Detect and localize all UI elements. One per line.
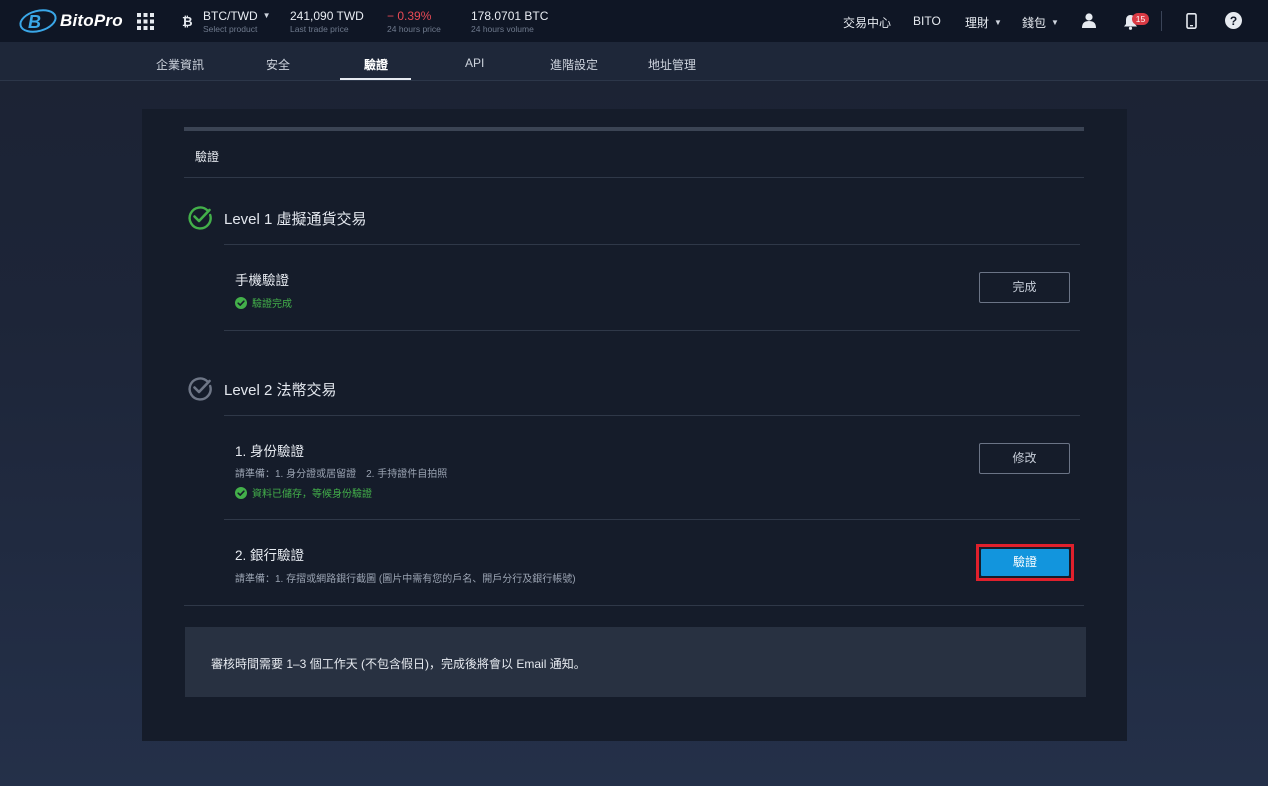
- apps-grid-icon[interactable]: [137, 13, 154, 30]
- nav-finance[interactable]: 理財 ▼: [965, 14, 1002, 31]
- section-title: 驗證: [195, 150, 220, 164]
- logo[interactable]: B BitoPro: [18, 8, 123, 34]
- last-price-value: 241,090 TWD: [290, 9, 364, 23]
- divider: [224, 244, 1080, 245]
- volume-label: 24 hours volume: [471, 24, 534, 34]
- price-change-stat: − 0.39% 24 hours price: [387, 9, 441, 35]
- caret-down-icon: ▼: [994, 18, 1002, 27]
- divider: [224, 415, 1080, 416]
- phone-verification-status-text: 驗證完成: [252, 299, 292, 310]
- nav-bito[interactable]: BITO: [913, 14, 941, 28]
- identity-verification-title: 1. 身份驗證: [235, 444, 305, 459]
- bank-verify-button[interactable]: 驗證: [981, 549, 1069, 576]
- top-bar: B BitoPro ₿ BTC/TWD ▼ Select product 241,…: [0, 0, 1268, 42]
- level2-check-circle-icon: [187, 375, 213, 401]
- bank-verification-title: 2. 銀行驗證: [235, 548, 305, 563]
- identity-verification-status-text: 資料已儲存，等候身份驗證: [252, 489, 372, 500]
- price-change-label: 24 hours price: [387, 24, 441, 34]
- tab-security[interactable]: 安全: [266, 56, 290, 73]
- bitopro-logo-icon: B: [19, 9, 57, 33]
- caret-down-icon: ▼: [262, 11, 271, 20]
- level1-check-circle-icon: [187, 204, 213, 230]
- brand-name: BitoPro: [60, 11, 123, 30]
- mobile-icon[interactable]: [1186, 13, 1197, 34]
- last-price-label: Last trade price: [290, 24, 349, 34]
- tab-verification[interactable]: 驗證: [364, 56, 388, 73]
- bank-verification-note: 請準備：1. 存摺或網路銀行截圖 (圖片中需有您的戶名、開戶分行及銀行帳號): [235, 574, 576, 585]
- phone-verification-title: 手機驗證: [235, 273, 289, 288]
- card-top-border: [184, 127, 1084, 131]
- phone-verification-status: 驗證完成: [235, 295, 292, 310]
- caret-down-icon: ▼: [1051, 18, 1059, 27]
- pair-selector[interactable]: BTC/TWD ▼ Select product: [203, 9, 271, 35]
- pair-sub-label: Select product: [203, 24, 258, 34]
- bank-verify-highlight: 驗證: [976, 544, 1074, 581]
- svg-text:₿: ₿: [182, 15, 193, 29]
- identity-verification-edit-button[interactable]: 修改: [979, 443, 1070, 474]
- volume-value: 178.0701 BTC: [471, 9, 549, 23]
- identity-verification-note: 請準備：1. 身分證或居留證 2. 手持證件自拍照: [235, 469, 448, 480]
- tab-advanced-settings[interactable]: 進階設定: [550, 56, 598, 73]
- divider: [184, 177, 1084, 178]
- review-notice: 審核時間需要 1–3 個工作天 (不包含假日)，完成後將會以 Email 通知。: [185, 627, 1086, 697]
- pair-label: BTC/TWD: [203, 9, 258, 23]
- level2-title: Level 2 法幣交易: [224, 382, 337, 399]
- last-price-stat: 241,090 TWD Last trade price: [290, 9, 364, 35]
- nav-trade-center[interactable]: 交易中心: [843, 14, 891, 31]
- divider: [184, 605, 1084, 606]
- divider: [224, 330, 1080, 331]
- price-change-value: − 0.39%: [387, 9, 432, 23]
- notification-badge: 15: [1132, 13, 1149, 25]
- help-icon[interactable]: ?: [1225, 12, 1242, 34]
- tab-api[interactable]: API: [465, 56, 484, 70]
- check-circle-icon: [235, 486, 247, 499]
- user-icon[interactable]: [1082, 13, 1096, 33]
- level1-title: Level 1 虛擬通貨交易: [224, 211, 367, 228]
- review-notice-text: 審核時間需要 1–3 個工作天 (不包含假日)，完成後將會以 Email 通知。: [211, 657, 586, 671]
- tab-address-management[interactable]: 地址管理: [648, 56, 696, 73]
- nav-wallet[interactable]: 錢包 ▼: [1022, 14, 1059, 31]
- svg-text:?: ?: [1230, 14, 1237, 28]
- tab-company-info[interactable]: 企業資訊: [156, 56, 204, 73]
- bitcoin-icon: ₿: [181, 13, 195, 30]
- phone-verification-complete-button[interactable]: 完成: [979, 272, 1070, 303]
- identity-verification-status: 資料已儲存，等候身份驗證: [235, 485, 372, 500]
- check-circle-icon: [235, 296, 247, 309]
- active-tab-indicator: [340, 78, 411, 80]
- svg-text:B: B: [28, 12, 41, 32]
- settings-tabs: 企業資訊 安全 驗證 API 進階設定 地址管理: [0, 42, 1268, 81]
- divider: [224, 519, 1080, 520]
- nav-wallet-label: 錢包: [1022, 16, 1047, 30]
- divider: [1161, 11, 1162, 31]
- volume-stat: 178.0701 BTC 24 hours volume: [471, 9, 548, 35]
- nav-finance-label: 理財: [965, 16, 990, 30]
